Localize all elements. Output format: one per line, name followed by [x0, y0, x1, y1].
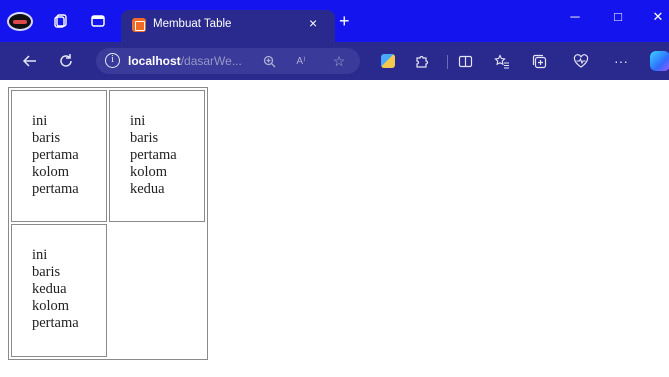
table-cell: ini baris pertama kolom pertama — [11, 90, 107, 222]
title-bar: Membuat Table × + ─ □ ✕ — [0, 0, 669, 42]
cell-text: kolom — [32, 298, 70, 314]
split-screen-icon[interactable] — [455, 51, 475, 71]
close-window-button[interactable]: ✕ — [643, 9, 669, 29]
demo-table: ini baris pertama kolom pertama ini baris perta… — [8, 87, 208, 360]
table-row: ini baris kedua kolom pertama — [11, 224, 205, 357]
cell-text: pertama — [32, 147, 79, 163]
tab-actions-icon[interactable] — [88, 11, 108, 31]
cell-text: ini — [32, 247, 48, 263]
more-options-icon[interactable]: ··· — [611, 51, 631, 71]
browser-essentials-icon[interactable] — [571, 51, 591, 71]
back-button[interactable] — [19, 50, 41, 72]
empty-cell — [109, 224, 205, 357]
maximize-button[interactable]: □ — [603, 9, 633, 29]
cell-text: kedua — [32, 281, 67, 297]
cell-text: ini — [130, 113, 146, 129]
minimize-button[interactable]: ─ — [560, 9, 590, 29]
cell-text: kolom — [130, 164, 168, 180]
cell-text: kolom — [32, 164, 70, 180]
cell-text: pertama — [32, 315, 79, 331]
tab-close-button[interactable]: × — [309, 15, 317, 31]
cell-text: baris — [130, 130, 159, 146]
toolbar-divider — [447, 55, 448, 69]
table-cell: ini baris pertama kolom kedua — [109, 90, 205, 222]
reload-button[interactable] — [55, 50, 77, 72]
url-text[interactable]: localhost/dasarWe... — [128, 54, 242, 68]
copilot-icon[interactable] — [650, 51, 669, 71]
tab-membuat-table[interactable]: Membuat Table × — [121, 10, 335, 42]
tab-title: Membuat Table — [153, 18, 232, 30]
cell-text: baris — [32, 130, 61, 146]
read-aloud-icon[interactable]: A⁾ — [292, 52, 310, 70]
cell-text: pertama — [130, 147, 177, 163]
table-row: ini baris pertama kolom pertama ini baris perta… — [11, 90, 205, 222]
url-path: /dasarWe... — [180, 54, 242, 68]
cell-text: baris — [32, 264, 61, 280]
color-extension-icon[interactable] — [378, 51, 398, 71]
collections-icon[interactable] — [529, 51, 549, 71]
cell-text: pertama — [32, 181, 79, 197]
url-host: localhost — [128, 54, 181, 68]
workspaces-icon[interactable] — [51, 11, 71, 31]
favorites-icon[interactable] — [492, 51, 512, 71]
site-info-icon[interactable]: i — [105, 53, 120, 68]
zoom-in-icon[interactable] — [260, 52, 278, 70]
star-icon[interactable]: ☆ — [330, 52, 348, 70]
cell-text: kedua — [130, 181, 165, 197]
page-viewport: ini baris pertama kolom pertama ini baris perta… — [0, 80, 669, 377]
browser-toolbar: i localhost/dasarWe... A⁾ ☆ ··· — [0, 42, 669, 80]
table-body: ini baris pertama kolom pertama ini baris perta… — [11, 90, 205, 357]
profile-avatar-icon[interactable] — [7, 12, 33, 31]
cell-text: ini — [32, 113, 48, 129]
address-bar[interactable]: i localhost/dasarWe... A⁾ ☆ — [96, 48, 360, 74]
page-favicon-icon — [132, 18, 146, 32]
new-tab-button[interactable]: + — [339, 12, 350, 30]
extensions-puzzle-icon[interactable] — [411, 51, 431, 71]
table-cell: ini baris kedua kolom pertama — [11, 224, 107, 357]
